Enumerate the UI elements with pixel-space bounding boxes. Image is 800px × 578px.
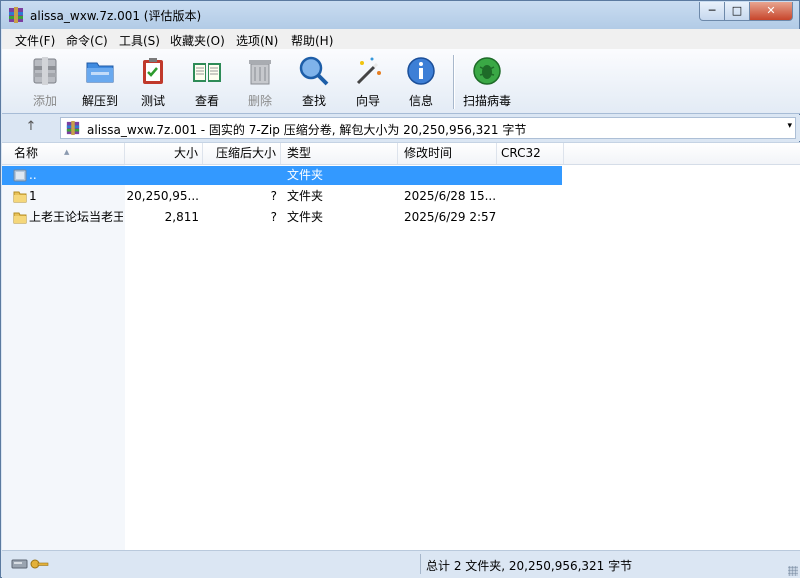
extract-folder-icon <box>86 62 114 83</box>
sort-ascending-icon: ▲ <box>64 148 70 156</box>
row-modified <box>404 166 496 185</box>
extract-to-button-label: 解压到 <box>81 94 118 108</box>
folder-icon <box>13 191 27 203</box>
address-field[interactable]: alissa_wxw.7z.001 - 固实的 7-Zip 压缩分卷, 解包大小… <box>60 117 796 139</box>
extract-to-button[interactable]: 解压到 <box>75 51 125 111</box>
info-button-label: 信息 <box>408 94 433 108</box>
menu-file[interactable]: 文件(F) <box>15 32 55 49</box>
test-button[interactable]: 测试 <box>128 51 178 111</box>
row-modified: 2025/6/28 15... <box>404 189 496 203</box>
window-title: alissa_wxw.7z.001 (评估版本) <box>30 9 202 23</box>
winrar-app-icon <box>9 7 23 23</box>
virus-scan-button-label: 扫描病毒 <box>462 94 511 108</box>
main-window: alissa_wxw.7z.001 (评估版本) ─ □ ✕ 文件(F) 命令(… <box>0 0 800 578</box>
table-row[interactable]: 1 20,250,95... ? 文件夹 2025/6/28 15... <box>2 187 562 206</box>
title-bar[interactable]: alissa_wxw.7z.001 (评估版本) ─ □ ✕ <box>1 1 799 29</box>
view-button[interactable]: 查看 <box>182 51 232 111</box>
up-arrow-icon[interactable]: ↑ <box>22 119 40 137</box>
test-button-label: 测试 <box>140 94 165 108</box>
add-archive-icon <box>33 57 57 85</box>
row-name: 上老王论坛当老王 <box>29 210 123 224</box>
menu-options[interactable]: 选项(N) <box>236 32 278 49</box>
column-header-modified[interactable]: 修改时间 <box>398 143 497 164</box>
wizard-button-label: 向导 <box>355 94 380 108</box>
table-row[interactable]: 上老王论坛当老王 2,811 ? 文件夹 2025/6/29 2:57 <box>2 208 562 227</box>
chevron-down-icon[interactable]: ▾ <box>787 121 792 131</box>
column-header-packed[interactable]: 压缩后大小 <box>203 143 281 164</box>
menu-tools[interactable]: 工具(S) <box>119 32 160 49</box>
find-button-label: 查找 <box>301 94 326 108</box>
toolbar-separator <box>453 55 455 109</box>
row-size: 20,250,95... <box>126 189 199 203</box>
list-header: 名称 ▲ 大小 压缩后大小 类型 修改时间 CRC32 <box>2 143 800 165</box>
row-name: 1 <box>29 189 37 203</box>
wizard-button[interactable]: 向导 <box>343 51 393 111</box>
test-clipboard-icon <box>143 58 163 84</box>
add-button[interactable]: 添加 <box>20 51 70 111</box>
row-type: 文件夹 <box>287 168 324 182</box>
folder-icon <box>13 212 27 224</box>
delete-button-label: 删除 <box>247 94 272 108</box>
row-packed: ? <box>270 189 277 203</box>
row-packed: ? <box>270 210 277 224</box>
file-list[interactable]: 名称 ▲ 大小 压缩后大小 类型 修改时间 CRC32 .. 文件夹 1 20,… <box>2 142 800 550</box>
row-modified: 2025/6/29 2:57 <box>404 210 496 224</box>
trash-icon <box>249 60 271 85</box>
status-divider <box>420 554 421 574</box>
toolbar: 添加 解压到 测试 查看 删除 查找 向导 信息 扫描病毒 <box>2 49 800 114</box>
archive-path-text: alissa_wxw.7z.001 - 固实的 7-Zip 压缩分卷, 解包大小… <box>87 123 527 137</box>
magnifier-icon <box>299 56 329 86</box>
drive-icon[interactable] <box>11 559 28 569</box>
path-bar: ↑ alissa_wxw.7z.001 - 固实的 7-Zip 压缩分卷, 解包… <box>2 115 800 141</box>
column-header-type[interactable]: 类型 <box>281 143 398 164</box>
column-header-name-label: 名称 <box>14 146 39 160</box>
column-header-size[interactable]: 大小 <box>125 143 203 164</box>
row-name: .. <box>29 168 37 182</box>
add-button-label: 添加 <box>32 94 57 108</box>
virus-scan-icon <box>473 57 501 85</box>
row-packed <box>203 166 277 185</box>
info-icon <box>407 57 435 85</box>
row-type: 文件夹 <box>287 210 324 224</box>
status-summary: 总计 2 文件夹, 20,250,956,321 字节 <box>426 559 633 573</box>
row-type: 文件夹 <box>287 189 324 203</box>
key-icon[interactable] <box>30 559 49 569</box>
status-icons <box>11 559 49 569</box>
virus-scan-button[interactable]: 扫描病毒 <box>459 51 515 111</box>
find-button[interactable]: 查找 <box>289 51 339 111</box>
info-button[interactable]: 信息 <box>396 51 446 111</box>
delete-button[interactable]: 删除 <box>235 51 285 111</box>
minimize-button[interactable]: ─ <box>699 2 725 21</box>
wizard-wand-icon <box>356 57 381 85</box>
row-size <box>125 166 199 185</box>
menu-favorites[interactable]: 收藏夹(O) <box>170 32 225 49</box>
status-bar: 总计 2 文件夹, 20,250,956,321 字节 <box>2 550 800 578</box>
maximize-button[interactable]: □ <box>724 2 750 21</box>
archive-icon <box>66 121 80 135</box>
close-button[interactable]: ✕ <box>749 2 793 21</box>
column-header-crc32[interactable]: CRC32 <box>497 143 564 164</box>
menu-help[interactable]: 帮助(H) <box>291 32 333 49</box>
menu-bar: 文件(F) 命令(C) 工具(S) 收藏夹(O) 选项(N) 帮助(H) <box>2 29 800 49</box>
table-row[interactable]: .. 文件夹 <box>2 166 562 185</box>
column-header-name[interactable]: 名称 ▲ <box>2 143 125 164</box>
resize-grip[interactable] <box>788 566 798 576</box>
view-book-icon <box>193 63 221 82</box>
menu-commands[interactable]: 命令(C) <box>66 32 108 49</box>
parent-folder-icon <box>13 169 27 182</box>
view-button-label: 查看 <box>194 94 219 108</box>
row-size: 2,811 <box>164 210 199 224</box>
